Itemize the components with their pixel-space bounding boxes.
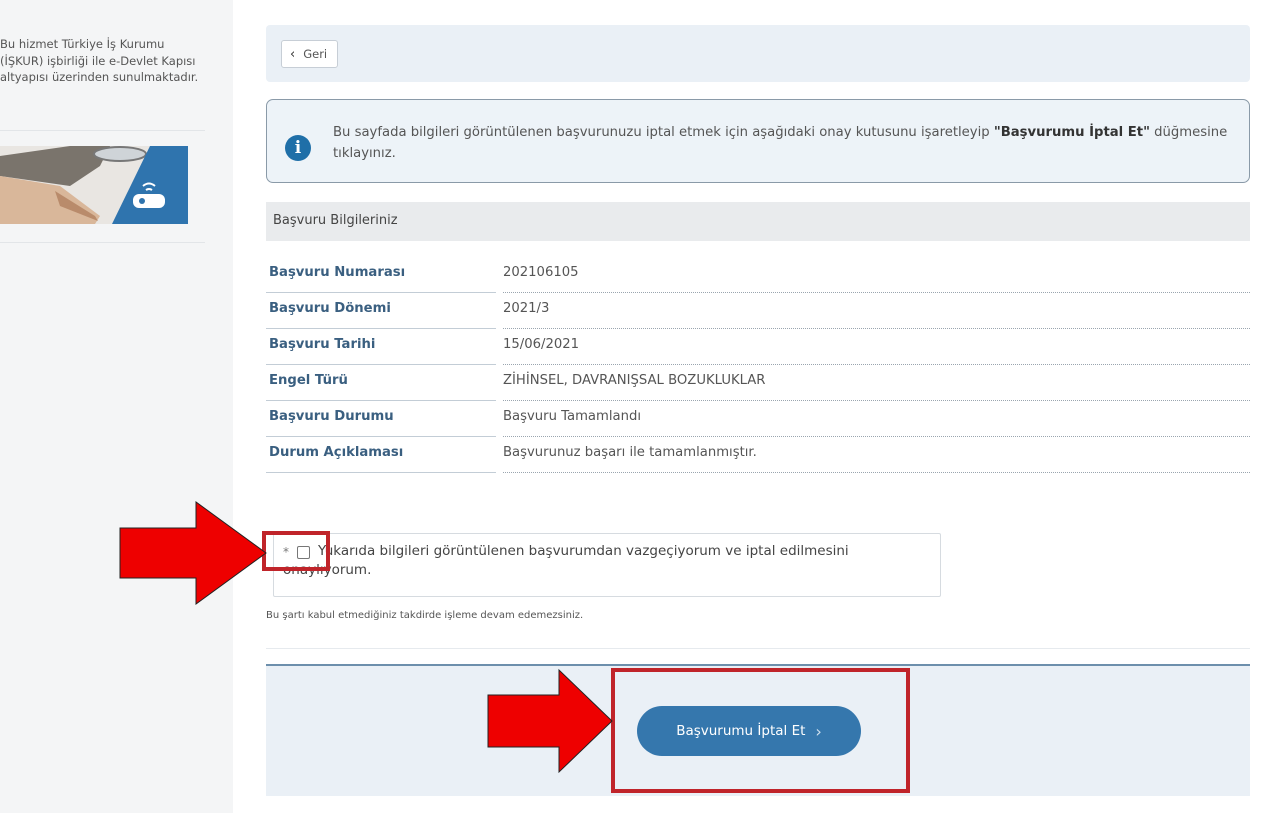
- info-alert: i Bu sayfada bilgileri görüntülenen başv…: [266, 99, 1250, 183]
- detail-row: Durum Açıklaması Başvurunuz başarı ile t…: [266, 437, 1250, 473]
- checkbox-highlight-box: [262, 531, 330, 571]
- detail-value: 15/06/2021: [503, 329, 1250, 365]
- back-button[interactable]: ‹ Geri: [281, 40, 339, 68]
- chevron-left-icon: ‹: [290, 46, 296, 62]
- detail-value: ZİHİNSEL, DAVRANIŞSAL BOZUKLUKLAR: [503, 365, 1250, 401]
- section-title: Başvuru Bilgileriniz: [266, 202, 1250, 241]
- detail-value: Başvuru Tamamlandı: [503, 401, 1250, 437]
- detail-label: Başvuru Tarihi: [266, 329, 496, 365]
- confirm-label: Yukarıda bilgileri görüntülenen başvurum…: [283, 543, 849, 578]
- button-highlight-box: [611, 668, 910, 793]
- detail-row: Engel Türü ZİHİNSEL, DAVRANIŞSAL BOZUKLU…: [266, 365, 1250, 401]
- sidebar-description: Bu hizmet Türkiye İş Kurumu (İŞKUR) işbi…: [0, 37, 199, 84]
- detail-value: Başvurunuz başarı ile tamamlanmıştır.: [503, 437, 1250, 473]
- confirm-hint: Bu şartı kabul etmediğiniz takdirde işle…: [266, 610, 584, 621]
- service-banner-image: [0, 146, 188, 224]
- info-text: Bu sayfada bilgileri görüntülenen başvur…: [333, 122, 1233, 164]
- info-text-emphasis: "Başvurumu İptal Et": [993, 125, 1150, 140]
- detail-row: Başvuru Durumu Başvuru Tamamlandı: [266, 401, 1250, 437]
- detail-value: 2021/3: [503, 293, 1250, 329]
- arrow-right-icon: [487, 668, 613, 774]
- detail-label: Başvuru Durumu: [266, 401, 496, 437]
- sidebar: Bu hizmet Türkiye İş Kurumu (İŞKUR) işbi…: [0, 0, 233, 813]
- detail-row: Başvuru Tarihi 15/06/2021: [266, 329, 1250, 365]
- application-details: Başvuru Numarası 202106105 Başvuru Dönem…: [266, 257, 1250, 473]
- detail-label: Başvuru Numarası: [266, 257, 496, 293]
- detail-row: Başvuru Dönemi 2021/3: [266, 293, 1250, 329]
- footer-divider: [266, 648, 1250, 649]
- detail-label: Durum Açıklaması: [266, 437, 496, 473]
- sidebar-divider: [0, 130, 205, 131]
- detail-row: Başvuru Numarası 202106105: [266, 257, 1250, 293]
- detail-label: Başvuru Dönemi: [266, 293, 496, 329]
- confirm-cancellation-field: Yukarıda bilgileri görüntülenen başvurum…: [273, 533, 941, 597]
- sidebar-divider: [0, 242, 205, 243]
- info-icon: i: [285, 135, 311, 161]
- detail-label: Engel Türü: [266, 365, 496, 401]
- back-button-label: Geri: [303, 47, 328, 61]
- detail-value: 202106105: [503, 257, 1250, 293]
- arrow-right-icon: [119, 501, 267, 605]
- navigation-bar: ‹ Geri: [266, 25, 1250, 82]
- info-text-part: Bu sayfada bilgileri görüntülenen başvur…: [333, 125, 994, 140]
